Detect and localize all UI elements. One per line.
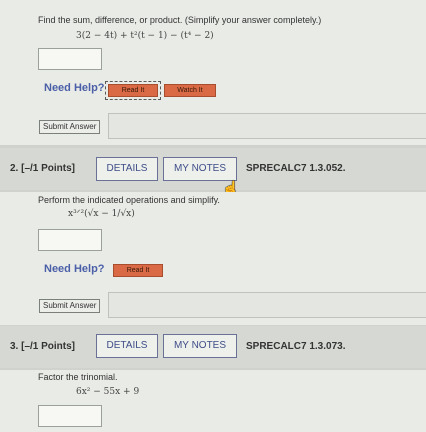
question-3-my-notes-button[interactable]: MY NOTES	[163, 334, 237, 358]
question-3-answer-box[interactable]	[38, 405, 102, 427]
question-1-prompt: Find the sum, difference, or product. (S…	[38, 15, 322, 25]
question-3-expression: 6x² − 55x + 9	[76, 387, 140, 397]
question-2-my-notes-button[interactable]: MY NOTES	[163, 157, 237, 181]
question-2-submit-track	[108, 292, 426, 318]
question-1-expression: 3(2 − 4t) + t²(t − 1) − (t⁴ − 2)	[76, 31, 214, 41]
question-3-prompt: Factor the trinomial.	[38, 372, 118, 382]
question-2-details-button[interactable]: DETAILS	[96, 157, 158, 181]
question-2-points: 2. [–/1 Points]	[10, 163, 76, 174]
question-1-read-it-button[interactable]: Read It	[105, 81, 161, 100]
question-2-prompt: Perform the indicated operations and sim…	[38, 195, 220, 205]
question-3-code: SPRECALC7 1.3.073.	[246, 341, 346, 352]
question-2-expression: x³ᐟ²(√x − 1/√x)	[68, 209, 135, 219]
question-2-code: SPRECALC7 1.3.052.	[246, 163, 346, 174]
question-2-submit-button[interactable]: Submit Answer	[39, 299, 101, 313]
question-2-need-help-label: Need Help?	[44, 263, 105, 275]
question-1-submit-button[interactable]: Submit Answer	[39, 120, 101, 134]
question-1-need-help-label: Need Help?	[44, 82, 105, 94]
question-2-answer-box[interactable]	[38, 229, 102, 251]
question-3-points: 3. [–/1 Points]	[10, 341, 76, 352]
question-1-submit-track	[108, 113, 426, 139]
question-1-answer-box[interactable]	[38, 48, 102, 70]
question-2-read-it-button[interactable]: Read It	[113, 264, 163, 277]
question-3-details-button[interactable]: DETAILS	[96, 334, 158, 358]
question-1-watch-it-button[interactable]: Watch It	[164, 84, 216, 97]
